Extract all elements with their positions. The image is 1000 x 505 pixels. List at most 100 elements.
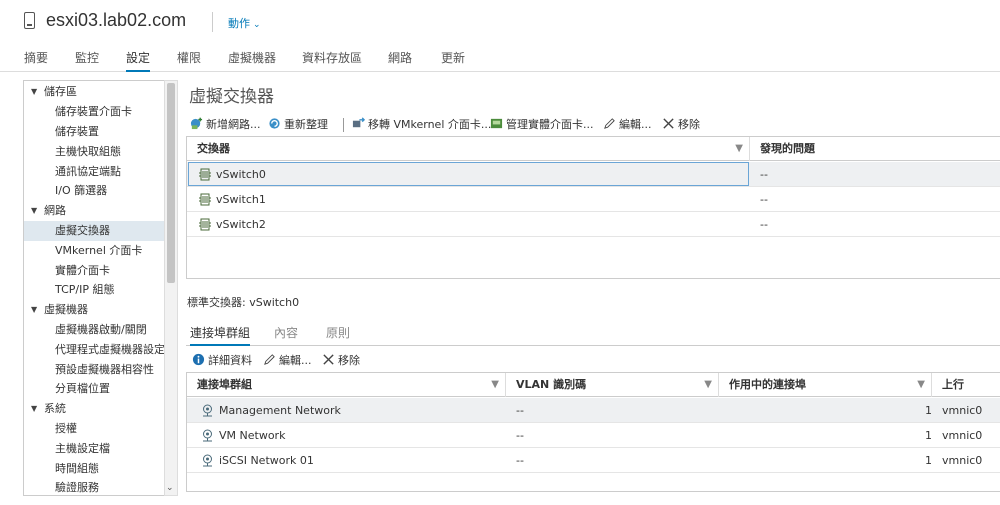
tab-properties[interactable]: 內容 — [274, 324, 298, 346]
filter-icon[interactable]: ▼ — [491, 373, 499, 397]
port-group-icon — [203, 404, 212, 417]
port-group-icon — [203, 454, 212, 467]
tab-monitor[interactable]: 監控 — [75, 49, 99, 72]
chevron-down-icon: ⌄ — [253, 20, 261, 30]
sidebar-item-vmkernel-adapters[interactable]: VMkernel 介面卡 — [24, 241, 166, 261]
main-content: 虛擬交換器 新增網路... 重新整理 移轉 VMkernel 介面卡... 管理… — [186, 80, 1000, 505]
sidebar-item-time-config[interactable]: 時間組態 — [24, 459, 166, 479]
issues-cell: -- — [760, 168, 768, 181]
host-icon — [24, 12, 35, 29]
vlan-cell: -- — [516, 429, 524, 442]
remove-portgroup-button[interactable]: 移除 — [322, 353, 360, 369]
sidebar-item-protocol-endpoints[interactable]: 通訊協定端點 — [24, 162, 166, 182]
toolbar-divider — [343, 118, 344, 132]
chevron-down-icon[interactable]: ⌄ — [166, 483, 174, 493]
uplink-cell: vmnic0 — [942, 454, 983, 467]
port-group-icon — [203, 429, 212, 442]
actions-menu-button[interactable]: 動作 ⌄ — [228, 15, 261, 31]
portgroup-name-cell: VM Network — [191, 423, 285, 448]
column-vlan-id[interactable]: VLAN 識別碼 ▼ — [506, 373, 719, 397]
tab-updates[interactable]: 更新 — [441, 49, 465, 72]
vswitch-icon — [199, 193, 211, 206]
filter-icon[interactable]: ▼ — [735, 137, 743, 161]
active-ports-cell: 1 — [925, 404, 932, 417]
actions-label: 動作 — [228, 17, 250, 30]
details-button[interactable]: 詳細資料 — [192, 353, 252, 369]
sidebar-item-virtual-switches[interactable]: 虛擬交換器 — [24, 221, 166, 241]
tab-networks[interactable]: 網路 — [388, 49, 412, 72]
table-row[interactable]: vSwitch2 -- — [187, 212, 1000, 237]
settings-sidebar: ▼ 儲存區 儲存裝置介面卡 儲存裝置 主機快取組態 通訊協定端點 I/O 篩選器 … — [23, 80, 178, 496]
vlan-cell: -- — [516, 454, 524, 467]
sidebar-group-networking[interactable]: ▼ 網路 — [24, 201, 166, 221]
header-divider — [212, 12, 213, 32]
sidebar-item-storage-devices[interactable]: 儲存裝置 — [24, 122, 166, 142]
sidebar-item-physical-adapters[interactable]: 實體介面卡 — [24, 261, 166, 281]
grid-header: 連接埠群組 ▼ VLAN 識別碼 ▼ 作用中的連接埠 ▼ 上行 — [187, 373, 1000, 397]
column-switch[interactable]: 交換器 ▼ — [187, 137, 750, 161]
edit-button[interactable]: 編輯... — [603, 117, 652, 133]
table-row[interactable]: vSwitch0 -- — [187, 162, 1000, 187]
sidebar-item-vm-startup[interactable]: 虛擬機器啟動/關閉 — [24, 320, 166, 340]
sidebar-item-licensing[interactable]: 授權 — [24, 419, 166, 439]
active-ports-cell: 1 — [925, 454, 932, 467]
edit-portgroup-button[interactable]: 編輯... — [263, 353, 312, 369]
pencil-icon — [604, 118, 615, 129]
host-title: esxi03.lab02.com — [46, 10, 187, 30]
tab-configure[interactable]: 設定 — [126, 49, 151, 72]
sidebar-item-default-vm-compat[interactable]: 預設虛擬機器相容性 — [24, 360, 166, 380]
table-row[interactable]: Management Network -- 1 vmnic0 — [187, 398, 1000, 423]
sidebar-item-storage-adapters[interactable]: 儲存裝置介面卡 — [24, 102, 166, 122]
portgroup-grid: 連接埠群組 ▼ VLAN 識別碼 ▼ 作用中的連接埠 ▼ 上行 Management … — [186, 372, 1000, 492]
tab-permissions[interactable]: 權限 — [177, 49, 201, 72]
sidebar-group-storage[interactable]: ▼ 儲存區 — [24, 82, 166, 102]
uplink-cell: vmnic0 — [942, 429, 983, 442]
filter-icon[interactable]: ▼ — [704, 373, 712, 397]
refresh-button[interactable]: 重新整理 — [268, 117, 328, 133]
sidebar-item-host-cache[interactable]: 主機快取組態 — [24, 142, 166, 162]
tab-vms[interactable]: 虛擬機器 — [228, 49, 276, 72]
physical-nic-icon — [490, 118, 503, 129]
sidebar-item-agent-vm-settings[interactable]: 代理程式虛擬機器設定 — [24, 340, 166, 360]
sidebar-item-swap-file-location[interactable]: 分頁檔位置 — [24, 379, 166, 399]
row-focus-outline — [188, 162, 749, 186]
add-network-button[interactable]: 新增網路... — [190, 117, 261, 133]
switch-detail-tabs: 連接埠群組 內容 原則 — [186, 320, 1000, 346]
uplink-cell: vmnic0 — [942, 404, 983, 417]
vswitch-icon — [199, 218, 211, 231]
switch-name-cell: vSwitch2 — [189, 212, 266, 237]
table-row[interactable]: iSCSI Network 01 -- 1 vmnic0 — [187, 448, 1000, 473]
table-row[interactable]: vSwitch1 -- — [187, 187, 1000, 212]
issues-cell: -- — [760, 218, 768, 231]
caret-down-icon: ▼ — [31, 206, 38, 215]
sidebar-group-system[interactable]: ▼ 系統 — [24, 399, 166, 419]
manage-physical-adapters-button[interactable]: 管理實體介面卡... — [490, 117, 594, 133]
table-row[interactable]: VM Network -- 1 vmnic0 — [187, 423, 1000, 448]
caret-down-icon: ▼ — [31, 87, 38, 96]
column-port-group[interactable]: 連接埠群組 ▼ — [187, 373, 506, 397]
sidebar-item-auth-services[interactable]: 驗證服務 — [24, 478, 166, 495]
caret-down-icon: ▼ — [31, 404, 38, 413]
switch-name-cell: vSwitch0 — [189, 162, 266, 187]
sidebar-scrollbar[interactable]: ⌄ — [164, 80, 178, 496]
sidebar-item-io-filters[interactable]: I/O 篩選器 — [24, 181, 166, 201]
column-issues[interactable]: 發現的問題 — [750, 137, 1000, 161]
tab-port-groups[interactable]: 連接埠群組 — [190, 324, 251, 346]
close-icon — [663, 118, 674, 129]
info-icon — [192, 353, 205, 366]
tab-datastores[interactable]: 資料存放區 — [302, 49, 362, 72]
sidebar-group-vms[interactable]: ▼ 虛擬機器 — [24, 300, 166, 320]
column-uplinks[interactable]: 上行 — [932, 373, 1000, 397]
remove-button[interactable]: 移除 — [662, 117, 700, 133]
tab-policies[interactable]: 原則 — [326, 324, 350, 346]
column-active-ports[interactable]: 作用中的連接埠 ▼ — [719, 373, 932, 397]
tab-summary[interactable]: 摘要 — [24, 49, 48, 72]
filter-icon[interactable]: ▼ — [917, 373, 925, 397]
caret-down-icon: ▼ — [31, 305, 38, 314]
scrollbar-thumb[interactable] — [167, 83, 175, 283]
migrate-vmkernel-button[interactable]: 移轉 VMkernel 介面卡... — [352, 117, 491, 133]
object-header: esxi03.lab02.com 動作 ⌄ — [0, 0, 1000, 44]
sidebar-item-tcpip-config[interactable]: TCP/IP 組態 — [24, 280, 166, 300]
sidebar-item-host-profile[interactable]: 主機設定檔 — [24, 439, 166, 459]
portgroup-name-cell: iSCSI Network 01 — [191, 448, 314, 473]
